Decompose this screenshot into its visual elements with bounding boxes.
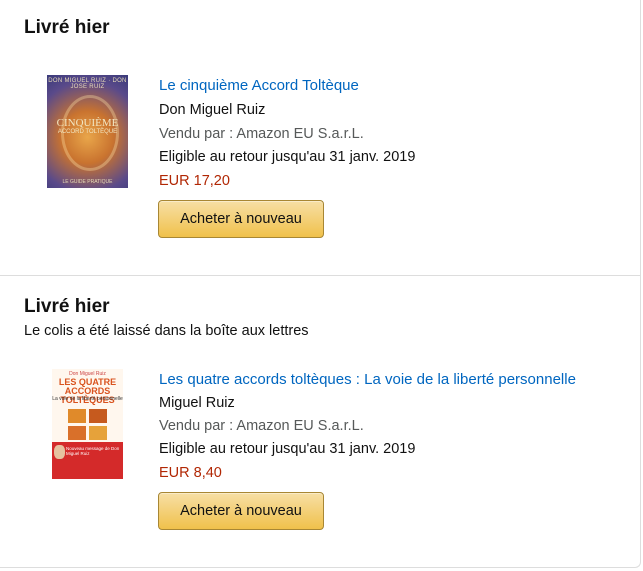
return-eligibility: Eligible au retour jusqu'au 31 janv. 201… (159, 149, 416, 165)
delivery-status-heading: Livré hier (24, 17, 110, 38)
seller-info: Vendu par : Amazon EU S.a.r.L. (159, 418, 364, 434)
cover-subtitle: ACCORD TOLTÈQUE (57, 129, 118, 135)
cover-tagline: LE GUIDE PRATIQUE (62, 179, 113, 185)
cover-banner: Nouveau message de Don Miguel Ruiz (52, 442, 123, 479)
buy-again-button[interactable]: Acheter à nouveau (158, 492, 324, 530)
product-title-link[interactable]: Les quatre accords toltèques : La voie d… (159, 371, 576, 388)
seller-info: Vendu par : Amazon EU S.a.r.L. (159, 126, 364, 142)
cover-banner-text: Nouveau message de Don Miguel Ruiz (66, 446, 120, 456)
product-author: Don Miguel Ruiz (159, 102, 266, 118)
order-card: Livré hier DON MIGUEL RUIZ · DON JOSE RU… (0, 0, 641, 275)
product-author: Miguel Ruiz (159, 395, 235, 411)
product-image[interactable]: Don Miguel Ruiz LES QUATRE ACCORDS TOLTÈ… (52, 369, 123, 479)
product-price: EUR 8,40 (159, 465, 222, 481)
author-portrait (54, 445, 65, 459)
cover-subtitle: La voie de la liberté personnelle (52, 396, 123, 402)
cover-authors: DON MIGUEL RUIZ · DON JOSE RUIZ (48, 78, 127, 90)
return-eligibility: Eligible au retour jusqu'au 31 janv. 201… (159, 441, 416, 457)
product-price: EUR 17,20 (159, 173, 230, 189)
orders-panel: Livré hier DON MIGUEL RUIZ · DON JOSE RU… (0, 0, 641, 568)
delivery-status-heading: Livré hier (24, 296, 110, 317)
buy-again-button[interactable]: Acheter à nouveau (158, 200, 324, 238)
delivery-note: Le colis a été laissé dans la boîte aux … (24, 323, 309, 339)
cover-title: CINQUIÈME (56, 117, 119, 129)
product-title-link[interactable]: Le cinquième Accord Toltèque (159, 77, 359, 94)
cover-illustration (68, 409, 108, 441)
product-image[interactable]: DON MIGUEL RUIZ · DON JOSE RUIZ CINQUIÈM… (47, 75, 128, 188)
